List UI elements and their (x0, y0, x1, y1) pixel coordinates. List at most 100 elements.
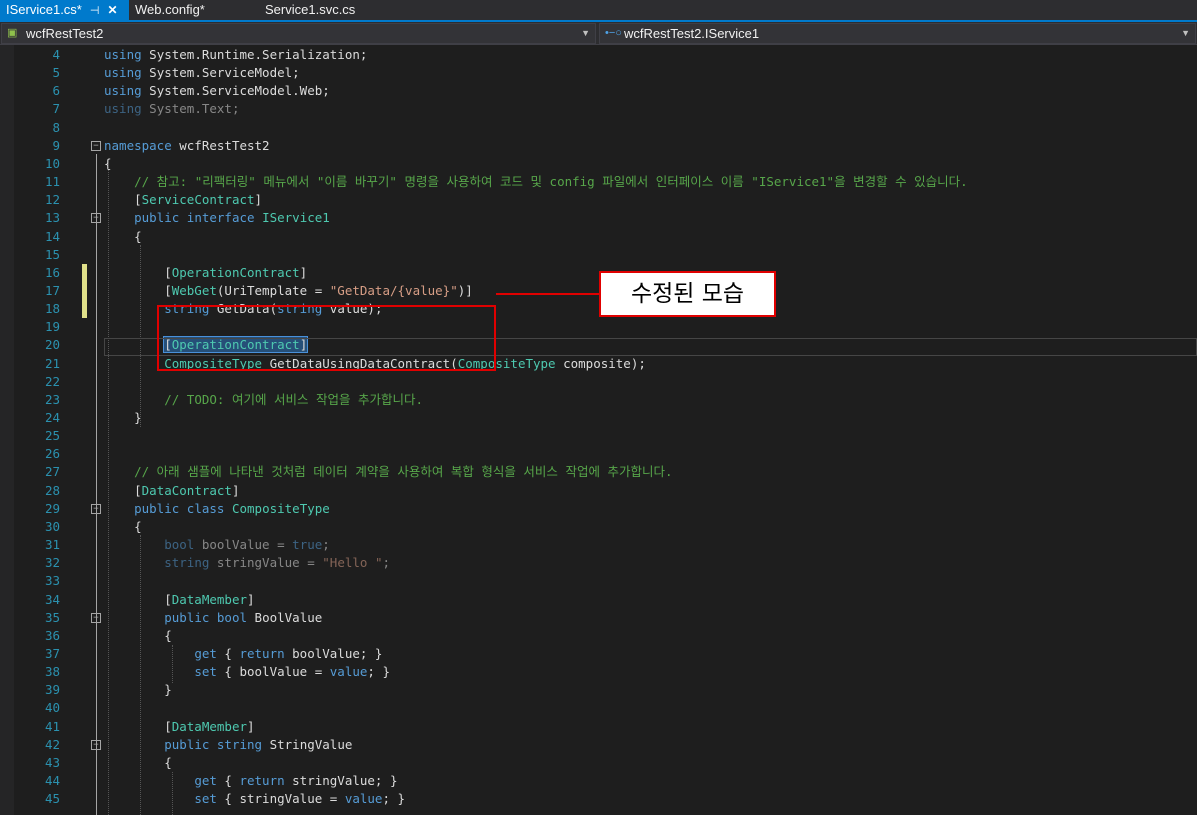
code-line[interactable]: 32 string stringValue = "Hello "; (0, 554, 1197, 572)
line-number: 38 (44, 664, 60, 680)
outline-connector (96, 154, 97, 815)
line-number: 29 (44, 500, 60, 516)
member-dropdown[interactable]: •−○ wcfRestTest2.IService1 ▼ (599, 23, 1196, 44)
line-number: 45 (44, 791, 60, 807)
line-number: 13 (44, 210, 60, 226)
code-text: get { return boolValue; } (194, 645, 383, 661)
code-line[interactable]: 29− public class CompositeType (0, 500, 1197, 518)
line-number: 18 (44, 301, 60, 317)
line-number: 35 (44, 609, 60, 625)
line-number: 30 (44, 518, 60, 534)
line-number: 23 (44, 391, 60, 407)
code-line[interactable]: 23 // TODO: 여기에 서비스 작업을 추가합니다. (0, 391, 1197, 409)
code-line[interactable]: 22 (0, 373, 1197, 391)
code-line[interactable]: 10{ (0, 155, 1197, 173)
code-line[interactable]: 37 get { return boolValue; } (0, 645, 1197, 663)
code-line[interactable]: 7 using System.Text; (0, 100, 1197, 118)
close-icon[interactable]: ✕ (107, 3, 117, 17)
line-number: 26 (44, 446, 60, 462)
code-line[interactable]: 26 (0, 445, 1197, 463)
line-number: 6 (52, 83, 60, 99)
tab-service1-svc-cs[interactable]: Service1.svc.cs (259, 0, 389, 20)
code-line[interactable]: 34 [DataMember] (0, 591, 1197, 609)
line-number: 28 (44, 482, 60, 498)
code-line[interactable]: 5 using System.ServiceModel; (0, 64, 1197, 82)
code-line[interactable]: 28 [DataContract] (0, 482, 1197, 500)
indent-guide (140, 535, 141, 815)
line-number: 27 (44, 464, 60, 480)
code-line[interactable]: 39 } (0, 681, 1197, 699)
line-number: 21 (44, 355, 60, 371)
line-number: 31 (44, 537, 60, 553)
line-number: 10 (44, 155, 60, 171)
line-number: 40 (44, 700, 60, 716)
code-line[interactable]: 40 (0, 699, 1197, 717)
line-number: 24 (44, 410, 60, 425)
annotation-highlight-box (157, 305, 496, 371)
code-text: using System.ServiceModel.Web; (104, 83, 330, 99)
code-editor[interactable]: 4 using System.Runtime.Serialization; 5 usi… (0, 45, 1197, 815)
code-line[interactable]: 42− public string StringValue (0, 736, 1197, 754)
code-line[interactable]: 14 { (0, 228, 1197, 246)
tab-label: Web.config* (135, 2, 205, 17)
code-line[interactable]: 44 get { return stringValue; } (0, 772, 1197, 790)
project-dropdown-value: wcfRestTest2 (26, 26, 104, 41)
code-line[interactable]: 27 // 아래 샘플에 나타낸 것처럼 데이터 계약을 사용하여 복합 형식을… (0, 463, 1197, 481)
line-number: 34 (44, 591, 60, 607)
navigation-bar: ▣ wcfRestTest2 ▼ •−○ wcfRestTest2.IServi… (0, 22, 1197, 45)
line-number: 39 (44, 682, 60, 698)
code-line[interactable]: 30 { (0, 518, 1197, 536)
code-line[interactable]: 25 (0, 427, 1197, 445)
code-text: [WebGet(UriTemplate = "GetData/{value}")… (104, 282, 473, 298)
line-number: 8 (52, 119, 60, 135)
tab-iservice1[interactable]: IService1.cs* ⊣ ✕ (0, 0, 129, 20)
line-number: 44 (44, 773, 60, 788)
line-number: 25 (44, 428, 60, 444)
line-number: 32 (44, 555, 60, 571)
annotation-label: 수정된 모습 (599, 271, 776, 317)
annotation-connector-line (496, 293, 600, 295)
line-number: 14 (44, 228, 60, 244)
line-number: 36 (44, 627, 60, 643)
indent-guide (140, 245, 141, 427)
code-text: using System.Runtime.Serialization; (104, 47, 368, 62)
indent-guide (172, 645, 173, 683)
code-line[interactable]: 15 (0, 246, 1197, 264)
code-line[interactable]: 45 set { stringValue = value; } (0, 790, 1197, 808)
code-line[interactable]: 24 } (0, 409, 1197, 427)
code-text: { (104, 228, 142, 244)
unsaved-change-marker (82, 263, 87, 282)
code-line[interactable]: 38 set { boolValue = value; } (0, 663, 1197, 681)
code-line[interactable]: 11 // 참고: "리팩터링" 메뉴에서 "이름 바꾸기" 명령을 사용하여 … (0, 173, 1197, 191)
code-text: [DataContract] (104, 482, 240, 498)
code-line[interactable]: 43 { (0, 754, 1197, 772)
line-number: 19 (44, 319, 60, 335)
line-number: 17 (44, 282, 60, 298)
code-line[interactable]: 9 − namespace wcfRestTest2 (0, 137, 1197, 155)
code-line[interactable]: 6 using System.ServiceModel.Web; (0, 82, 1197, 100)
csharp-project-icon: ▣ (7, 27, 18, 39)
line-number: 42 (44, 736, 60, 752)
code-line[interactable]: 4 using System.Runtime.Serialization; (0, 46, 1197, 64)
collapse-toggle-icon[interactable]: − (91, 140, 101, 151)
chevron-down-icon: ▼ (1181, 28, 1190, 38)
code-line[interactable]: 35− public bool BoolValue (0, 609, 1197, 627)
indent-guide (172, 772, 173, 815)
code-text: public interface IService1 (134, 210, 330, 226)
project-dropdown[interactable]: ▣ wcfRestTest2 ▼ (1, 23, 596, 44)
code-line[interactable]: 13− public interface IService1 (0, 209, 1197, 227)
code-line[interactable]: 12 [ServiceContract] (0, 191, 1197, 209)
line-number: 37 (44, 645, 60, 661)
pin-icon[interactable]: ⊣ (90, 5, 100, 17)
tab-web-config[interactable]: Web.config* (129, 0, 259, 20)
code-line[interactable]: 41 [DataMember] (0, 718, 1197, 736)
code-text: [DataMember] (104, 718, 255, 734)
code-line[interactable]: 33 (0, 572, 1197, 590)
code-line[interactable]: 36 { (0, 627, 1197, 645)
line-number: 33 (44, 573, 60, 589)
code-line[interactable]: 8 (0, 119, 1197, 137)
tab-label: IService1.cs* (6, 2, 82, 17)
code-text: // TODO: 여기에 서비스 작업을 추가합니다. (164, 391, 424, 407)
line-number: 9 (52, 137, 60, 153)
code-line[interactable]: 31 bool boolValue = true; (0, 536, 1197, 554)
